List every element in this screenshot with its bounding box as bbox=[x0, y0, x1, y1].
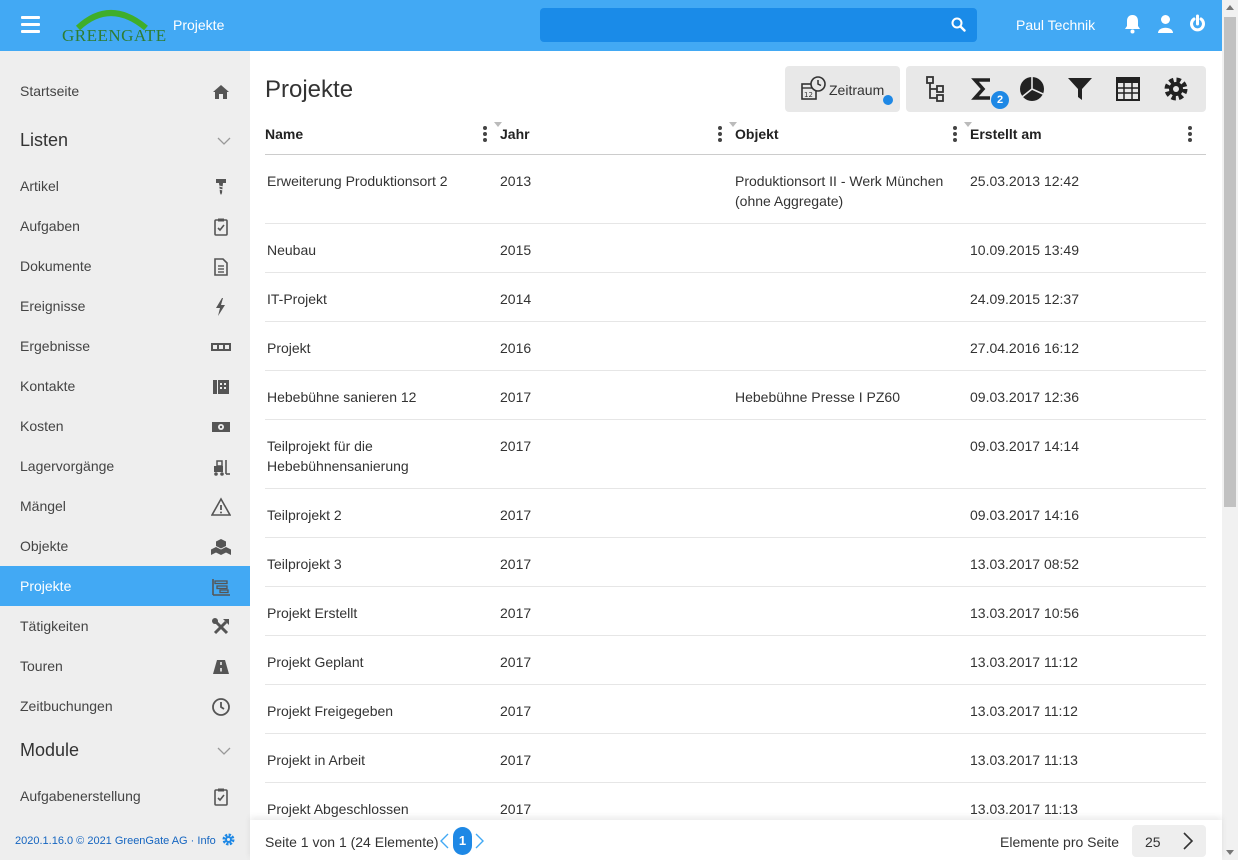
sidebar-item-touren[interactable]: Touren bbox=[0, 646, 250, 686]
per-page-select[interactable]: 25 bbox=[1132, 825, 1206, 857]
road-icon bbox=[211, 657, 231, 677]
table-row[interactable]: Teilprojekt für die Hebebühnensanierung … bbox=[265, 420, 1206, 489]
column-header-objekt[interactable]: Objekt bbox=[735, 126, 779, 142]
chevron-down-icon bbox=[217, 133, 231, 151]
sidebar-item-zeitbuchungen[interactable]: Zeitbuchungen bbox=[0, 686, 250, 726]
power-icon[interactable] bbox=[1189, 14, 1206, 39]
sidebar-item-taetigkeiten[interactable]: Tätigkeiten bbox=[0, 606, 250, 646]
column-menu-icon[interactable] bbox=[1188, 126, 1192, 142]
chevron-down-icon bbox=[217, 743, 231, 761]
sidebar: Startseite Listen Artikel Aufgaben Dokum… bbox=[0, 51, 250, 860]
table-row[interactable]: Projekt in Arbeit 2017 13.03.2017 11:13 bbox=[265, 734, 1206, 783]
top-bar: GREENGATE Projekte Paul Technik bbox=[0, 0, 1222, 51]
sidebar-item-artikel[interactable]: Artikel bbox=[0, 166, 250, 206]
column-menu-icon[interactable] bbox=[953, 126, 957, 142]
table-row[interactable]: Projekt Geplant 2017 13.03.2017 11:12 bbox=[265, 636, 1206, 685]
sidebar-item-kontakte[interactable]: Kontakte bbox=[0, 366, 250, 406]
screw-icon bbox=[211, 177, 231, 197]
counter-icon bbox=[211, 337, 231, 357]
sidebar-item-startseite[interactable]: Startseite bbox=[0, 71, 250, 111]
vertical-scrollbar[interactable] bbox=[1222, 0, 1238, 860]
scrollbar-thumb[interactable] bbox=[1224, 17, 1236, 507]
page-title: Projekte bbox=[265, 76, 354, 103]
sidebar-item-ergebnisse[interactable]: Ergebnisse bbox=[0, 326, 250, 366]
zeitraum-button[interactable]: 12 Zeitraum bbox=[785, 66, 900, 112]
sidebar-group-module[interactable]: Module bbox=[0, 731, 250, 771]
sidebar-item-kosten[interactable]: Kosten bbox=[0, 406, 250, 446]
table-columns-icon[interactable] bbox=[1114, 75, 1142, 103]
table-row[interactable]: Teilprojekt 3 2017 13.03.2017 08:52 bbox=[265, 538, 1206, 587]
active-filter-dot bbox=[883, 95, 893, 105]
table-header: Name Jahr Objekt Erstellt am bbox=[265, 112, 1206, 155]
sidebar-item-aufgaben[interactable]: Aufgaben bbox=[0, 206, 250, 246]
sidebar-item-objekte[interactable]: Objekte bbox=[0, 526, 250, 566]
clipboard-check-icon bbox=[211, 787, 231, 807]
table-row[interactable]: Neubau 2015 10.09.2015 13:49 bbox=[265, 224, 1206, 273]
app-title: Projekte bbox=[173, 17, 225, 33]
home-icon bbox=[211, 82, 231, 102]
table-row[interactable]: Projekt Abgeschlossen 2017 13.03.2017 11… bbox=[265, 783, 1206, 820]
phone-book-icon bbox=[211, 377, 231, 397]
search-icon[interactable] bbox=[951, 17, 966, 37]
calendar-clock-icon: 12 bbox=[801, 76, 827, 107]
table-row[interactable]: Projekt Erstellt 2017 13.03.2017 10:56 bbox=[265, 587, 1206, 636]
column-header-erstellt-am[interactable]: Erstellt am bbox=[970, 126, 1042, 142]
page-button-current[interactable]: 1 bbox=[453, 827, 472, 855]
sidebar-item-projekte[interactable]: Projekte bbox=[0, 566, 250, 606]
sidebar-item-aufgabenerstellung[interactable]: Aufgabenerstellung bbox=[0, 776, 250, 816]
cubes-icon bbox=[211, 537, 231, 557]
warning-icon bbox=[210, 497, 232, 517]
sidebar-item-lagervorgaenge[interactable]: Lagervorgänge bbox=[0, 446, 250, 486]
filter-icon[interactable] bbox=[1066, 75, 1094, 103]
scroll-down-icon[interactable] bbox=[1226, 850, 1234, 855]
scroll-up-icon[interactable] bbox=[1226, 5, 1234, 10]
table-row[interactable]: Teilprojekt 2 2017 09.03.2017 14:16 bbox=[265, 489, 1206, 538]
gear-icon[interactable] bbox=[221, 832, 236, 852]
money-icon bbox=[211, 417, 231, 437]
search-input[interactable] bbox=[540, 8, 977, 42]
sidebar-item-dokumente[interactable]: Dokumente bbox=[0, 246, 250, 286]
sum-count-badge: 2 bbox=[991, 91, 1009, 109]
version-info-link[interactable]: 2020.1.16.0 © 2021 GreenGate AG · Info bbox=[15, 835, 216, 847]
table-row[interactable]: Hebebühne sanieren 12 2017 Hebebühne Pre… bbox=[265, 371, 1206, 420]
logo-text: GREENGATE bbox=[62, 26, 167, 45]
tools-icon bbox=[211, 617, 231, 637]
greengate-logo[interactable]: GREENGATE bbox=[60, 4, 166, 48]
table-row[interactable]: Projekt 2016 27.04.2016 16:12 bbox=[265, 322, 1206, 371]
document-icon bbox=[211, 257, 231, 277]
user-icon[interactable] bbox=[1157, 14, 1174, 39]
user-name[interactable]: Paul Technik bbox=[1016, 17, 1095, 33]
bell-icon[interactable] bbox=[1124, 14, 1141, 39]
tree-icon[interactable] bbox=[921, 75, 949, 103]
toolbar bbox=[906, 66, 1206, 112]
table-row[interactable]: Projekt Freigegeben 2017 13.03.2017 11:1… bbox=[265, 685, 1206, 734]
settings-gear-icon[interactable] bbox=[1162, 75, 1190, 103]
sidebar-group-listen[interactable]: Listen bbox=[0, 121, 250, 161]
sidebar-item-maengel[interactable]: Mängel bbox=[0, 486, 250, 526]
chevron-left-icon[interactable] bbox=[440, 833, 449, 854]
table-row[interactable]: IT-Projekt 2014 24.09.2015 12:37 bbox=[265, 273, 1206, 322]
pagination-bar: Seite 1 von 1 (24 Elemente) 1 Elemente p… bbox=[250, 820, 1222, 860]
chevron-right-icon bbox=[1182, 832, 1194, 855]
forklift-icon bbox=[211, 457, 231, 477]
clipboard-check-icon bbox=[211, 217, 231, 237]
sidebar-footer: 2020.1.16.0 © 2021 GreenGate AG · Info bbox=[0, 819, 250, 860]
per-page-label: Elemente pro Seite bbox=[1000, 834, 1120, 850]
svg-text:12: 12 bbox=[804, 91, 813, 99]
pie-chart-icon[interactable] bbox=[1018, 75, 1046, 103]
menu-icon[interactable] bbox=[21, 16, 40, 34]
sidebar-item-ereignisse[interactable]: Ereignisse bbox=[0, 286, 250, 326]
column-header-name[interactable]: Name bbox=[265, 126, 303, 142]
project-chart-icon bbox=[211, 577, 231, 597]
table-row[interactable]: Erweiterung Produktionsort 2 2013 Produk… bbox=[265, 155, 1206, 224]
clock-icon bbox=[211, 697, 231, 717]
chevron-right-icon[interactable] bbox=[475, 833, 484, 854]
search-box[interactable] bbox=[540, 8, 977, 42]
column-header-jahr[interactable]: Jahr bbox=[500, 126, 530, 142]
lightning-icon bbox=[211, 297, 231, 317]
column-menu-icon[interactable] bbox=[483, 126, 487, 142]
column-menu-icon[interactable] bbox=[718, 126, 722, 142]
pagination-summary: Seite 1 von 1 (24 Elemente) bbox=[265, 834, 439, 850]
